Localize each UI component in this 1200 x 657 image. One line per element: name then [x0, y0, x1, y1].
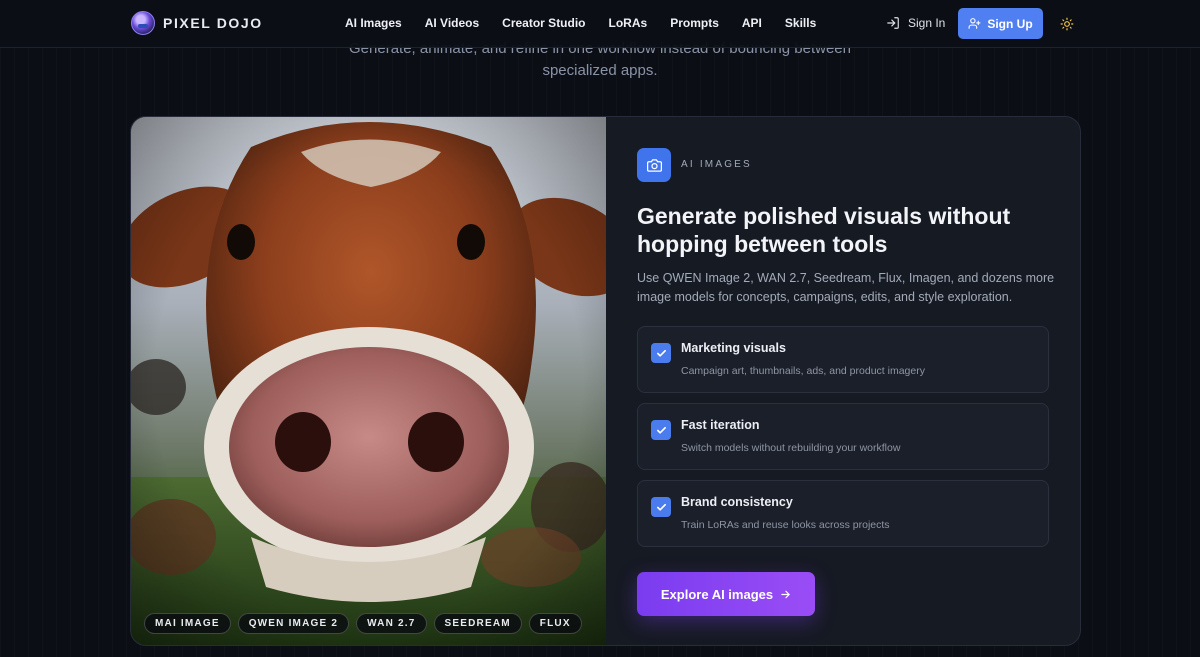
feature-title: Fast iteration: [681, 418, 760, 432]
sun-icon: [1060, 17, 1074, 31]
check-icon: [656, 426, 666, 434]
cow-photo: MAI IMAGE QWEN IMAGE 2 WAN 2.7 SEEDREAM …: [131, 117, 606, 645]
check-icon: [656, 349, 666, 357]
theme-toggle-button[interactable]: [1056, 13, 1078, 35]
nav-item-skills[interactable]: Skills: [785, 16, 816, 30]
cow-illustration: [131, 117, 606, 645]
camera-icon: [646, 158, 662, 172]
model-tags: MAI IMAGE QWEN IMAGE 2 WAN 2.7 SEEDREAM …: [144, 613, 582, 634]
model-tag: FLUX: [528, 613, 582, 634]
card-content: AI IMAGES Generate polished visuals with…: [637, 117, 1057, 645]
pixel-dojo-logo-icon: [131, 11, 155, 35]
feature-card-marketing-visuals: Marketing visuals Campaign art, thumbnai…: [637, 326, 1049, 393]
user-plus-icon: [968, 18, 981, 29]
explore-ai-images-button[interactable]: Explore AI images: [637, 572, 815, 616]
check-badge: [651, 420, 671, 440]
feature-description: Switch models without rebuilding your wo…: [681, 442, 901, 454]
section-eyebrow: AI IMAGES: [681, 159, 752, 170]
check-badge: [651, 497, 671, 517]
cta-label: Explore AI images: [660, 586, 774, 602]
nav-item-prompts[interactable]: Prompts: [670, 16, 719, 30]
model-tag: WAN 2.7: [356, 613, 427, 634]
section-badge: [637, 148, 671, 182]
sign-up-button[interactable]: Sign Up: [958, 8, 1043, 39]
brand-logo[interactable]: PIXEL DOJO: [131, 11, 263, 35]
brand-name: PIXEL DOJO: [163, 15, 263, 31]
intro-line-2: specialized apps.: [542, 62, 658, 79]
feature-description: Train LoRAs and reuse looks across proje…: [681, 519, 890, 531]
log-in-icon: [887, 17, 899, 29]
feature-title: Brand consistency: [681, 495, 793, 509]
nav-item-creator-studio[interactable]: Creator Studio: [502, 16, 585, 30]
sign-in-link[interactable]: Sign In: [886, 16, 945, 30]
nav-item-ai-videos[interactable]: AI Videos: [425, 16, 479, 30]
sign-up-label: Sign Up: [987, 16, 1033, 31]
ai-images-card: MAI IMAGE QWEN IMAGE 2 WAN 2.7 SEEDREAM …: [130, 116, 1081, 646]
main-menu: AI Images AI Videos Creator Studio LoRAs…: [345, 16, 839, 30]
nav-item-api[interactable]: API: [742, 16, 762, 30]
nav-item-loras[interactable]: LoRAs: [609, 16, 648, 30]
check-badge: [651, 343, 671, 363]
model-tag: SEEDREAM: [433, 613, 522, 634]
section-description: Use QWEN Image 2, WAN 2.7, Seedream, Flu…: [637, 271, 1055, 304]
feature-title: Marketing visuals: [681, 341, 786, 355]
top-navbar: PIXEL DOJO AI Images AI Videos Creator S…: [0, 0, 1200, 48]
section-headline: Generate polished visuals without hoppin…: [637, 203, 1011, 257]
feature-description: Campaign art, thumbnails, ads, and produ…: [681, 365, 925, 377]
arrow-right-icon: [781, 590, 790, 598]
model-tag: QWEN IMAGE 2: [237, 613, 350, 634]
nav-item-ai-images[interactable]: AI Images: [345, 16, 402, 30]
model-tag: MAI IMAGE: [144, 613, 231, 634]
check-icon: [656, 503, 666, 511]
feature-card-fast-iteration: Fast iteration Switch models without reb…: [637, 403, 1049, 470]
sign-in-label: Sign In: [908, 16, 946, 30]
feature-card-brand-consistency: Brand consistency Train LoRAs and reuse …: [637, 480, 1049, 547]
